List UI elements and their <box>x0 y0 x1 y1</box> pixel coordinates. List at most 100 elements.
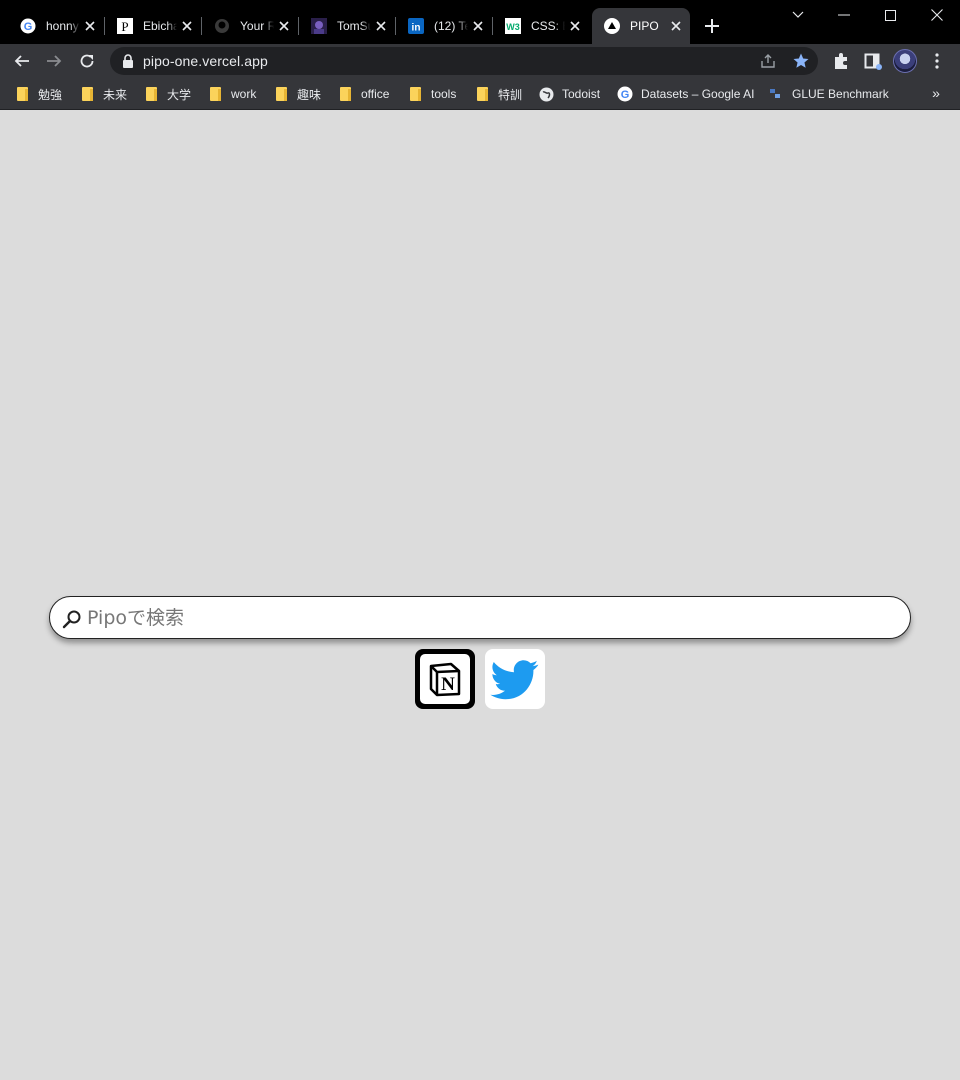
avatar-favicon-icon <box>311 18 327 34</box>
menu-button[interactable] <box>927 51 947 71</box>
svg-text:P: P <box>121 19 128 34</box>
pinterest-p-icon: P <box>117 18 133 34</box>
bookmark-label: Todoist <box>562 87 601 101</box>
search-bar[interactable] <box>49 596 911 639</box>
bookmark-label: GLUE Benchmark <box>792 87 889 101</box>
bookmarks-bar: 勉強 未来 大学 work 趣味 office tools 特訓 Todoist… <box>0 78 960 110</box>
close-icon[interactable] <box>668 18 684 34</box>
bookmark-folder[interactable]: 未来 <box>79 85 127 103</box>
tab-tomsu[interactable]: TomSu <box>299 8 396 44</box>
globe-icon <box>538 86 554 102</box>
extensions-button[interactable] <box>831 51 851 71</box>
close-icon[interactable] <box>567 18 583 34</box>
twitter-bird-icon <box>490 660 539 700</box>
tab-ebicha[interactable]: P Ebicha <box>105 8 202 44</box>
bookmark-folder[interactable]: 勉強 <box>14 85 62 103</box>
folder-icon <box>207 86 223 102</box>
page-content: N <box>0 111 960 1080</box>
bookmark-folder[interactable]: 趣味 <box>273 85 321 103</box>
close-icon[interactable] <box>82 18 98 34</box>
minimize-button[interactable] <box>821 0 867 30</box>
folder-icon <box>14 86 30 102</box>
folder-icon <box>474 86 490 102</box>
side-panel-icon <box>864 53 882 70</box>
twitter-shortcut[interactable] <box>485 649 545 709</box>
tab-github[interactable]: Your R <box>202 8 299 44</box>
folder-icon <box>273 86 289 102</box>
google-icon: G <box>20 18 36 34</box>
folder-icon <box>337 86 353 102</box>
bookmark-label: 勉強 <box>38 87 63 102</box>
back-button[interactable] <box>8 47 36 75</box>
tab-title: PIPO <box>630 19 659 33</box>
bookmark-label: 未来 <box>103 87 128 102</box>
close-icon[interactable] <box>470 18 486 34</box>
tab-pipo[interactable]: PIPO <box>592 8 690 44</box>
tab-title: TomSu <box>337 19 371 33</box>
svg-text:W3: W3 <box>506 22 520 32</box>
close-icon[interactable] <box>276 18 292 34</box>
svg-text:G: G <box>24 21 33 33</box>
bookmark-datasets-google-ai[interactable]: G Datasets – Google AI <box>617 85 754 103</box>
bookmark-star-icon[interactable] <box>792 52 810 70</box>
bookmark-label: 大学 <box>167 87 192 102</box>
browser-toolbar: pipo-one.vercel.app <box>0 44 960 78</box>
google-icon: G <box>617 86 633 102</box>
bookmark-folder[interactable]: tools <box>407 85 456 103</box>
tab-w3schools[interactable]: W3 CSS: B <box>493 8 589 44</box>
minimize-icon <box>838 14 850 16</box>
bookmark-folder[interactable]: work <box>207 85 256 103</box>
bookmark-todoist[interactable]: Todoist <box>538 85 600 103</box>
svg-text:G: G <box>621 89 630 101</box>
glue-icon <box>768 86 784 102</box>
close-icon[interactable] <box>373 18 389 34</box>
reload-button[interactable] <box>73 47 101 75</box>
bookmark-folder[interactable]: office <box>337 85 389 103</box>
tab-title: CSS: B <box>531 19 565 33</box>
linkedin-icon: in <box>408 18 424 34</box>
new-tab-button[interactable] <box>700 14 724 38</box>
folder-icon <box>79 86 95 102</box>
plus-icon <box>705 19 719 33</box>
reload-icon <box>80 54 94 68</box>
bookmark-folder[interactable]: 特訓 <box>474 85 522 103</box>
bookmark-label: Datasets – Google AI <box>641 87 755 101</box>
url-text[interactable]: pipo-one.vercel.app <box>143 53 268 69</box>
maximize-button[interactable] <box>867 0 913 30</box>
search-icon <box>62 610 81 629</box>
tab-google[interactable]: G honny <box>8 8 105 44</box>
bookmark-glue-benchmark[interactable]: GLUE Benchmark <box>768 85 889 103</box>
bookmark-label: tools <box>431 87 457 101</box>
tab-title: honny <box>46 19 79 33</box>
maximize-icon <box>884 9 896 21</box>
address-bar[interactable]: pipo-one.vercel.app <box>110 47 818 75</box>
vercel-icon <box>604 18 620 34</box>
close-icon <box>931 9 943 21</box>
w3schools-icon: W3 <box>505 18 521 34</box>
bookmark-label: 趣味 <box>297 87 322 102</box>
bookmark-label: office <box>361 87 390 101</box>
tab-search-button[interactable] <box>775 0 821 30</box>
share-icon[interactable] <box>760 53 776 69</box>
search-input[interactable] <box>87 603 887 633</box>
bookmark-folder[interactable]: 大学 <box>143 85 191 103</box>
svg-text:in: in <box>412 23 421 34</box>
close-window-button[interactable] <box>914 0 960 30</box>
tab-title: (12) Te <box>434 19 468 33</box>
forward-button[interactable] <box>40 47 68 75</box>
puzzle-icon <box>835 53 847 69</box>
bookmarks-overflow-button[interactable]: » <box>928 84 944 102</box>
close-icon[interactable] <box>179 18 195 34</box>
side-panel-button[interactable] <box>863 51 883 71</box>
folder-icon <box>407 86 423 102</box>
tab-linkedin[interactable]: in (12) Te <box>396 8 493 44</box>
bookmark-label: 特訓 <box>498 87 523 102</box>
github-icon <box>214 18 230 34</box>
notion-shortcut[interactable]: N <box>415 649 475 709</box>
arrow-left-icon <box>14 55 29 67</box>
chevron-down-icon <box>792 11 804 18</box>
folder-icon <box>143 86 159 102</box>
profile-avatar[interactable] <box>893 49 917 73</box>
notion-glyph: N <box>441 674 455 695</box>
bookmark-label: work <box>231 87 257 101</box>
